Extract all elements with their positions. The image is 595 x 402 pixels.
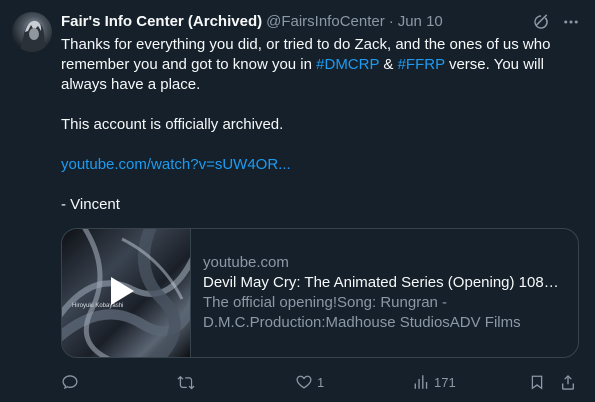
tweet-text-line: always have a place. [61, 76, 201, 93]
play-icon[interactable] [109, 276, 143, 310]
signature: - Vincent [61, 196, 120, 213]
views-count: 171 [434, 374, 456, 390]
card-info: youtube.com Devil May Cry: The Animated … [191, 229, 578, 357]
tweet-text-line: remember you and got to know you in #DMC… [61, 55, 566, 75]
card-domain: youtube.com [203, 254, 289, 271]
retweet-button[interactable] [177, 372, 199, 392]
youtube-link[interactable]: youtube.com/watch?v=sUW4OR... [61, 156, 291, 173]
video-thumbnail[interactable]: Hiroyuki Kobayashi [62, 229, 191, 357]
display-name[interactable]: Fair's Info Center (Archived) [61, 12, 262, 32]
header-icons [531, 12, 581, 32]
views-button[interactable]: 171 [412, 372, 456, 392]
reply-icon [62, 375, 78, 390]
grok-icon[interactable] [531, 12, 551, 32]
tweet-text-line: Thanks for everything you did, or tried … [61, 36, 551, 53]
tweet-text-line: This account is officially archived. [61, 116, 284, 133]
tweet-text: Thanks for everything you did, or tried … [61, 35, 566, 215]
hashtag-ffrp[interactable]: #FFRP [398, 56, 445, 73]
user-handle[interactable]: @FairsInfoCenter [266, 12, 385, 32]
views-icon [414, 375, 428, 389]
more-icon[interactable] [561, 12, 581, 32]
share-button[interactable] [559, 372, 577, 392]
link-card[interactable]: Hiroyuki Kobayashi youtube.com Devil May… [61, 228, 579, 358]
hashtag-dmcrp[interactable]: #DMCRP [316, 56, 379, 73]
share-icon [562, 374, 574, 390]
tweet[interactable]: Fair's Info Center (Archived) @FairsInfo… [0, 0, 595, 402]
tweet-header: Fair's Info Center (Archived) @FairsInfo… [61, 12, 581, 32]
tweet-body: Fair's Info Center (Archived) @FairsInfo… [61, 12, 581, 390]
avatar-image [20, 20, 46, 52]
heart-icon [296, 375, 312, 389]
avatar[interactable] [12, 12, 52, 52]
bookmark-icon [531, 375, 543, 390]
card-title[interactable]: Devil May Cry: The Animated Series (Open… [203, 273, 567, 293]
reply-button[interactable] [61, 372, 83, 392]
bookmark-button[interactable] [528, 372, 546, 392]
card-desc-line: D.M.C.Production:Madhouse StudiosADV Fil… [203, 314, 521, 331]
like-button[interactable]: 1 [295, 372, 324, 392]
card-description: The official opening!Song: Rungran - D.M… [203, 293, 567, 333]
card-desc-line: The official opening!Song: Rungran - [203, 294, 448, 311]
text-segment: remember you and got to know you in [61, 56, 317, 73]
separator-dot: · [388, 13, 394, 30]
action-bar: 1 171 [61, 372, 581, 392]
text-segment: & [379, 56, 398, 73]
like-count: 1 [317, 374, 325, 390]
tweet-date[interactable]: Jun 10 [398, 12, 443, 32]
text-segment: verse. You will [444, 56, 545, 73]
retweet-icon [177, 375, 195, 390]
